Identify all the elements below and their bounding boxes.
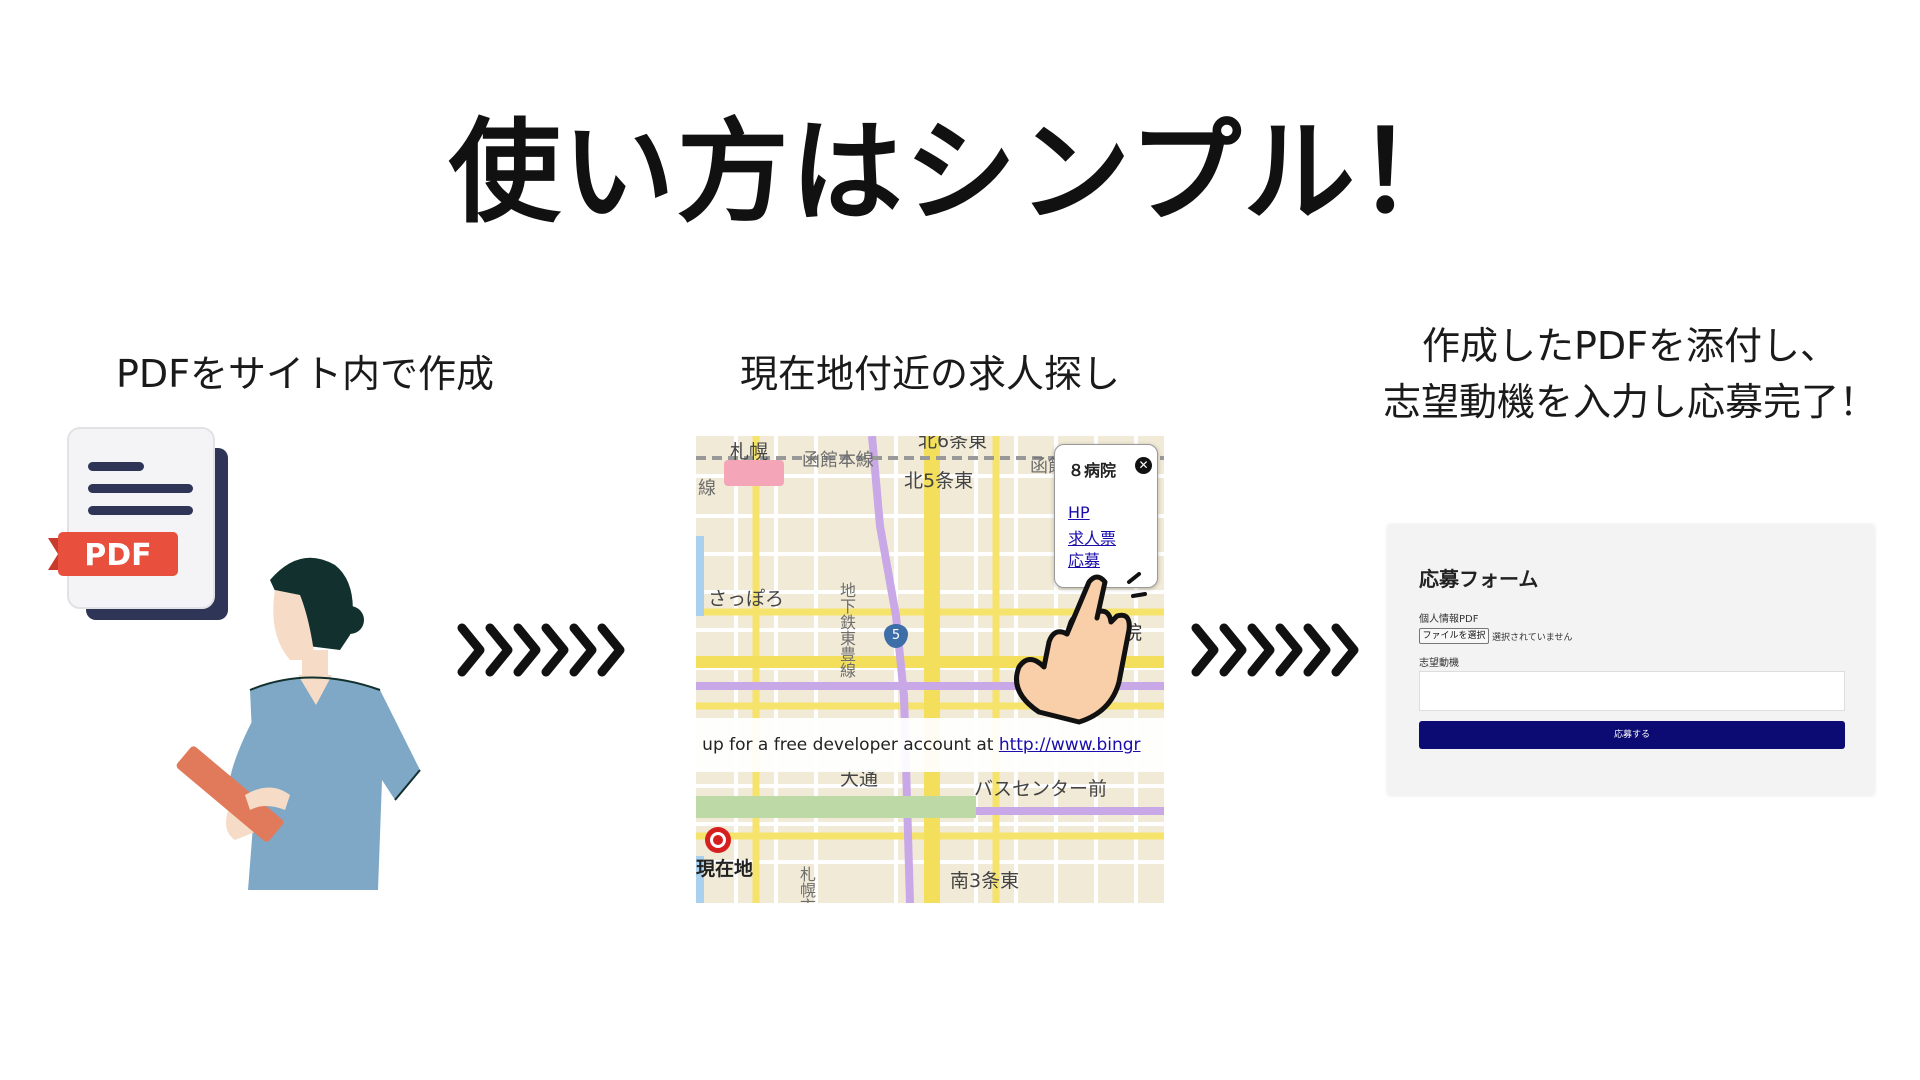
map-label-toho-line: 地下鉄東豊線 [837, 582, 856, 678]
map-label-kita5: 北5条東 [904, 470, 974, 492]
chevron-right-icon [1191, 623, 1219, 677]
chevron-right-icon [569, 623, 597, 677]
file-select-button[interactable]: ファイルを選択 [1419, 628, 1489, 644]
step3-label: 作成したPDFを添付し、 志望動機を入力し応募完了！ [1360, 318, 1900, 430]
popup-link-job-listing[interactable]: 求人票 [1068, 525, 1116, 549]
popup-link-hp[interactable]: HP [1068, 503, 1090, 522]
chevron-right-icon [485, 623, 513, 677]
step3-label-line2: 志望動機を入力し応募完了！ [1382, 380, 1877, 424]
map-label-minami3: 南3条東 [950, 870, 1020, 892]
popup-title: ８病院 [1068, 461, 1117, 480]
chevron-right-icon [513, 623, 541, 677]
tap-hand-icon [1014, 572, 1147, 725]
map-label-bus-center: バスセンター前 [974, 778, 1108, 800]
nurse-with-tablet-illustration [176, 557, 421, 890]
chevron-arrows-1 [457, 623, 625, 677]
chevron-right-icon [1303, 623, 1331, 677]
form-title: 応募フォーム [1419, 567, 1539, 591]
map-banner-text: n up for a free developer account at [696, 735, 999, 755]
map-label-hakodate-line: 函館本線 [802, 450, 874, 471]
chevron-right-icon [1331, 623, 1359, 677]
map-label-sapporo-city: 札幌市 [797, 866, 816, 903]
chevron-right-icon [1219, 623, 1247, 677]
map-label-sapporo-metro: さっぽろ [708, 588, 785, 610]
motivation-textarea[interactable] [1419, 671, 1845, 711]
step1-label: PDFをサイト内で作成 [115, 352, 495, 396]
chevron-right-icon [1275, 623, 1303, 677]
chevron-right-icon [541, 623, 569, 677]
popup-link-apply[interactable]: 応募 [1068, 547, 1100, 571]
application-form: 応募フォーム 個人情報PDF ファイルを選択 選択されていません 志望動機 応募… [1388, 525, 1874, 795]
pdf-badge-text: PDF [84, 538, 151, 573]
close-icon[interactable]: ✕ [1135, 457, 1152, 474]
map-label-line: 線 [698, 478, 716, 499]
chevron-right-icon [457, 623, 485, 677]
map-banner-link[interactable]: http://www.bingr [999, 735, 1141, 755]
motivation-field-label: 志望動機 [1419, 658, 1459, 669]
file-status-text: 選択されていません [1492, 633, 1573, 643]
map-label-current-location: 現在地 [696, 858, 754, 880]
chevron-arrows-2 [1191, 623, 1359, 677]
page-title: 使い方はシンプル！ [448, 108, 1472, 238]
chevron-right-icon [1247, 623, 1275, 677]
map-label-kita6: 北6条東 [918, 436, 988, 452]
submit-application-button[interactable]: 応募する [1419, 721, 1845, 749]
step2-label: 現在地付近の求人探し [739, 352, 1120, 396]
current-location-pin-icon[interactable] [704, 826, 732, 854]
chevron-right-icon [597, 623, 625, 677]
step3-label-line1: 作成したPDFを添付し、 [1421, 324, 1839, 368]
hospital-popup: ８病院 ✕ HP 求人票 応募 [1054, 444, 1158, 588]
map-view[interactable]: 札幌 函館本線 線 北6条東 北5条東 函館 さっぽろ 地下鉄東豊線 5 大通 … [696, 436, 1164, 903]
pdf-field-label: 個人情報PDF [1419, 614, 1479, 625]
map-label-sapporo-station: 札幌 [730, 441, 769, 463]
route-5-label: 5 [891, 628, 901, 643]
